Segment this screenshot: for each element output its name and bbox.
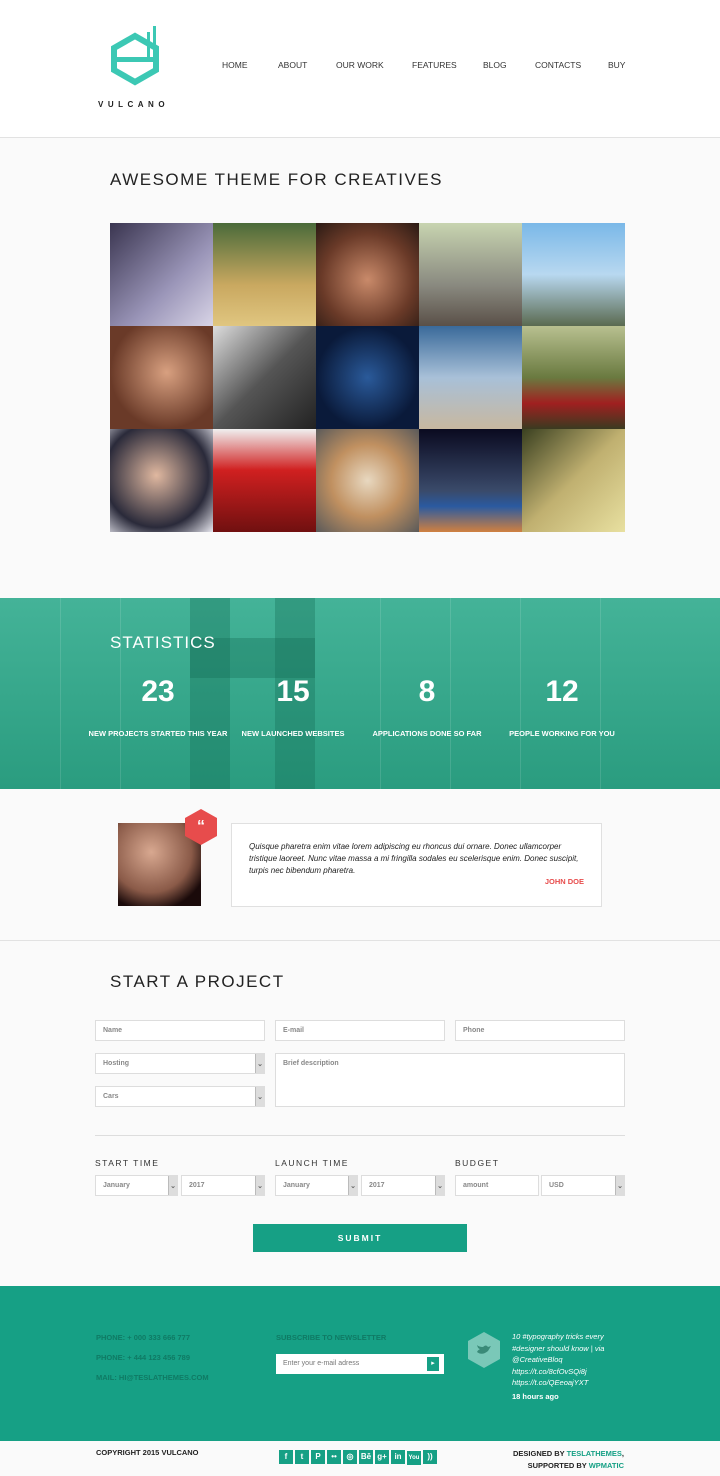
behance-icon[interactable]: Bē [359, 1450, 373, 1464]
start-month-value: January [103, 1182, 130, 1189]
chevron-down-icon: ⌄ [255, 1054, 264, 1073]
submit-button[interactable]: SUBMIT [253, 1224, 467, 1252]
stat-label: PEOPLE WORKING FOR YOU [509, 729, 615, 738]
nav-about[interactable]: ABOUT [278, 60, 307, 70]
budget-amount-input[interactable]: amount [455, 1175, 539, 1196]
currency-select[interactable]: USD ⌄ [541, 1175, 625, 1196]
stat-label: APPLICATIONS DONE SO FAR [372, 729, 482, 738]
chevron-down-icon: ⌄ [255, 1176, 264, 1195]
gallery-image[interactable] [419, 429, 522, 532]
divider [0, 940, 720, 941]
gallery-image[interactable] [419, 223, 522, 326]
gallery-image[interactable] [110, 326, 213, 429]
stat-label: NEW PROJECTS STARTED THIS YEAR [88, 729, 228, 738]
nav-features[interactable]: FEATURES [412, 60, 457, 70]
launch-year-select[interactable]: 2017 ⌄ [361, 1175, 445, 1196]
gallery-image[interactable] [213, 326, 316, 429]
gallery-image[interactable] [522, 326, 625, 429]
dribbble-icon[interactable]: ◎ [343, 1450, 357, 1464]
statistics-title: STATISTICS [110, 633, 216, 652]
supporter-link[interactable]: WPMATIC [589, 1461, 624, 1470]
hosting-value: Hosting [103, 1060, 130, 1067]
chevron-down-icon: ⌄ [168, 1176, 177, 1195]
start-year-value: 2017 [189, 1182, 205, 1189]
chevron-down-icon: ⌄ [255, 1087, 264, 1106]
pinterest-icon[interactable]: P [311, 1450, 325, 1464]
email-input[interactable]: E-mail [275, 1020, 445, 1041]
footer-mail[interactable]: MAIL: HI@TESLATHEMES.COM [96, 1373, 209, 1382]
phone-input[interactable]: Phone [455, 1020, 625, 1041]
form-title: START A PROJECT [110, 972, 285, 991]
stat-value: 15 [276, 675, 310, 708]
logo-text: VULCANO [98, 100, 170, 109]
nav-contacts[interactable]: CONTACTS [535, 60, 581, 70]
newsletter-email-input[interactable]: Enter your e-mail adress [283, 1360, 359, 1367]
footer-phone-2: PHONE: + 444 123 456 789 [96, 1353, 191, 1362]
budget-label: BUDGET [455, 1158, 500, 1168]
youtube-icon[interactable]: You [407, 1451, 421, 1465]
stat-value: 8 [418, 675, 436, 708]
twitter-icon[interactable]: t [295, 1450, 309, 1464]
social-links: f t P •• ◎ Bē g+ in You)) [279, 1446, 439, 1465]
start-time-label: START TIME [95, 1158, 160, 1168]
gallery-image[interactable] [522, 429, 625, 532]
logo-icon[interactable] [110, 24, 160, 88]
newsletter-submit-arrow-icon[interactable]: ▸ [427, 1357, 439, 1371]
description-textarea[interactable]: Brief description [275, 1053, 625, 1107]
form-divider [95, 1135, 625, 1136]
stat-value: 23 [141, 675, 175, 708]
chevron-down-icon: ⌄ [348, 1176, 357, 1195]
gallery-image[interactable] [110, 429, 213, 532]
newsletter-title: SUBSCRIBE TO NEWSLETTER [276, 1333, 387, 1342]
tweet-time: 18 hours ago [512, 1392, 559, 1401]
cars-select[interactable]: Cars ⌄ [95, 1086, 265, 1107]
start-year-select[interactable]: 2017 ⌄ [181, 1175, 265, 1196]
newsletter-form: Enter your e-mail adress ▸ [276, 1354, 444, 1374]
gallery-title: AWESOME THEME FOR CREATIVES [110, 170, 443, 189]
launch-year-value: 2017 [369, 1182, 385, 1189]
currency-value: USD [549, 1182, 564, 1189]
footer-phone-1: PHONE: + 000 333 666 777 [96, 1333, 191, 1342]
launch-time-label: LAUNCH TIME [275, 1158, 349, 1168]
gallery-grid [110, 223, 625, 532]
nav-home[interactable]: HOME [222, 60, 248, 70]
launch-month-select[interactable]: January ⌄ [275, 1175, 358, 1196]
launch-month-value: January [283, 1182, 310, 1189]
start-month-select[interactable]: January ⌄ [95, 1175, 178, 1196]
rss-icon[interactable]: )) [423, 1450, 437, 1464]
chevron-down-icon: ⌄ [435, 1176, 444, 1195]
flickr-icon[interactable]: •• [327, 1450, 341, 1464]
stat-label: NEW LAUNCHED WEBSITES [241, 729, 345, 738]
nav-buy[interactable]: BUY [608, 60, 625, 70]
chevron-down-icon: ⌄ [615, 1176, 624, 1195]
designer-link[interactable]: TESLATHEMES [567, 1449, 622, 1458]
stat-value: 12 [545, 675, 579, 708]
testimonial-author: JOHN DOE [544, 877, 584, 886]
nav-our-work[interactable]: OUR WORK [336, 60, 384, 70]
twitter-icon[interactable] [468, 1332, 500, 1368]
testimonial-text: Quisque pharetra enim vitae lorem adipis… [249, 842, 579, 875]
cars-value: Cars [103, 1093, 119, 1100]
gallery-image[interactable] [419, 326, 522, 429]
supported-by-label: SUPPORTED BY [527, 1461, 587, 1470]
gallery-image[interactable] [316, 429, 419, 532]
gallery-image[interactable] [316, 326, 419, 429]
facebook-icon[interactable]: f [279, 1450, 293, 1464]
hosting-select[interactable]: Hosting ⌄ [95, 1053, 265, 1074]
gallery-image[interactable] [522, 223, 625, 326]
linkedin-icon[interactable]: in [391, 1450, 405, 1464]
google-plus-icon[interactable]: g+ [375, 1450, 389, 1464]
gallery-image[interactable] [110, 223, 213, 326]
gallery-image[interactable] [213, 223, 316, 326]
designed-by-label: DESIGNED BY [512, 1449, 565, 1458]
name-input[interactable]: Name [95, 1020, 265, 1041]
tweet-text: 10 #typography tricks every #designer sh… [512, 1332, 605, 1387]
copyright: COPYRIGHT 2015 VULCANO [96, 1448, 199, 1457]
nav-blog[interactable]: BLOG [483, 60, 507, 70]
quote-glyph: “ [197, 818, 205, 835]
gallery-image[interactable] [316, 223, 419, 326]
gallery-image[interactable] [213, 429, 316, 532]
header: VULCANO HOME ABOUT OUR WORK FEATURES BLO… [0, 0, 720, 138]
credits: DESIGNED BY TESLATHEMES, SUPPORTED BY WP… [512, 1449, 624, 1470]
